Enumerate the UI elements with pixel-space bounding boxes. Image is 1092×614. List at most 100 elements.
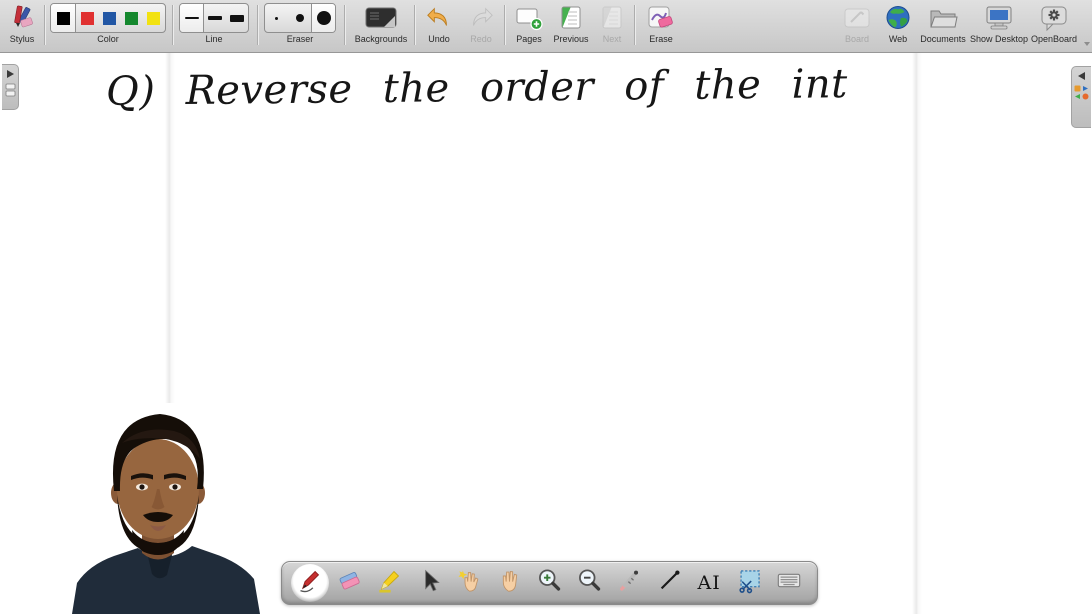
toolbar-separator (172, 5, 174, 45)
swatch-black (56, 11, 70, 25)
cursor-arrow-icon (417, 568, 443, 599)
undo-label: Undo (428, 34, 450, 44)
top-toolbar: Stylus Color Line Eraser Backgrounds Und… (0, 0, 1092, 53)
undo-icon (425, 3, 453, 33)
documents-folder-icon (928, 3, 958, 33)
thick-line-icon (229, 14, 244, 22)
documents-button[interactable]: Documents (916, 3, 970, 44)
keyboard-icon (775, 567, 803, 599)
line-width-thin[interactable] (180, 4, 204, 32)
color-swatch-black[interactable] (51, 4, 76, 32)
medium-line-icon (208, 16, 222, 20)
erase-button[interactable]: Erase (638, 3, 684, 44)
right-drawer-tab[interactable] (1071, 66, 1091, 128)
webcam-presenter-overlay (62, 403, 277, 614)
redo-label: Redo (470, 34, 492, 44)
laser-pointer-tool-button[interactable] (610, 564, 648, 602)
eraser-size-small[interactable] (265, 4, 288, 32)
zoom-in-tool-button[interactable] (530, 564, 568, 602)
pages-panel-icon (5, 83, 16, 102)
eraser-icon (336, 567, 363, 599)
redo-button[interactable]: Redo (459, 3, 503, 44)
eraser-label: Eraser (286, 34, 314, 44)
highlighter-icon (376, 567, 403, 599)
backgrounds-label: Backgrounds (354, 34, 408, 44)
toolbar-separator (44, 5, 46, 45)
previous-page-label: Previous (553, 34, 589, 44)
next-page-button[interactable]: Next (593, 3, 631, 44)
zoom-out-tool-button[interactable] (570, 564, 608, 602)
color-swatch-yellow[interactable] (142, 4, 164, 32)
show-desktop-monitor-icon (984, 3, 1014, 33)
erase-icon (646, 3, 676, 33)
pan-hand-tool-button[interactable] (491, 564, 529, 602)
openboard-label: OpenBoard (1030, 34, 1078, 44)
toolbar-separator (414, 5, 416, 45)
line-width-group: Line (179, 3, 249, 44)
color-swatch-red[interactable] (76, 4, 98, 32)
toolbar-separator (257, 5, 259, 45)
page-edge-right (912, 53, 922, 614)
show-desktop-button[interactable]: Show Desktop (966, 3, 1032, 44)
whiteboard-canvas[interactable]: Q) Reverse the order of the int AI (0, 53, 1092, 614)
pen-tool-button[interactable] (290, 564, 329, 602)
thin-line-icon (184, 17, 199, 19)
swatch-green (124, 11, 138, 25)
toolbar-separator (504, 5, 506, 45)
eraser-size-medium[interactable] (288, 4, 311, 32)
laser-pointer-icon (616, 567, 643, 599)
pen-icon (296, 567, 323, 599)
web-label: Web (888, 34, 908, 44)
zoom-out-icon (576, 567, 603, 599)
toolbar-separator (634, 5, 636, 45)
stylus-label: Stylus (9, 34, 35, 44)
board-mode-button[interactable]: Board (835, 3, 879, 44)
line-tool-button[interactable] (650, 564, 688, 602)
color-swatch-blue[interactable] (98, 4, 120, 32)
web-globe-icon (884, 3, 912, 33)
expand-left-icon (1078, 72, 1085, 80)
presenter-illustration (62, 403, 277, 614)
line-icon (656, 567, 683, 599)
eraser-tool-button[interactable] (331, 564, 369, 602)
color-swatch-green[interactable] (120, 4, 142, 32)
toolbar-overflow-arrow[interactable] (1084, 42, 1090, 46)
erase-label: Erase (649, 34, 673, 44)
pages-icon (514, 3, 544, 33)
play-interact-tool-button[interactable] (451, 564, 489, 602)
openboard-menu-button[interactable]: OpenBoard (1026, 3, 1082, 44)
library-panel-icon (1074, 85, 1089, 105)
stylus-button[interactable]: Stylus (2, 3, 42, 44)
swatch-yellow (146, 11, 160, 25)
undo-button[interactable]: Undo (417, 3, 461, 44)
line-width-medium[interactable] (204, 4, 226, 32)
large-eraser-icon (316, 11, 331, 25)
expand-right-icon (6, 70, 14, 78)
board-label: Board (844, 34, 870, 44)
color-picker-group: Color (50, 3, 166, 44)
stylus-icon (7, 3, 37, 33)
left-drawer-tab[interactable] (2, 64, 19, 110)
selector-tool-button[interactable] (411, 564, 449, 602)
toolbar-separator (344, 5, 346, 45)
board-icon (842, 3, 872, 33)
swatch-red (80, 11, 94, 25)
backgrounds-button[interactable]: Backgrounds (349, 3, 413, 44)
stylus-palette: AI (281, 561, 818, 605)
color-label: Color (97, 34, 119, 44)
hand-icon (496, 567, 523, 599)
previous-page-icon (558, 3, 584, 33)
openboard-gear-icon (1039, 3, 1069, 33)
capture-scissors-icon (736, 567, 763, 599)
pages-button[interactable]: Pages (508, 3, 550, 44)
highlighter-tool-button[interactable] (371, 564, 409, 602)
web-mode-button[interactable]: Web (877, 3, 919, 44)
line-width-thick[interactable] (226, 4, 247, 32)
virtual-keyboard-tool-button[interactable] (770, 564, 808, 602)
previous-page-button[interactable]: Previous (548, 3, 594, 44)
eraser-size-large[interactable] (311, 4, 335, 32)
capture-tool-button[interactable] (730, 564, 768, 602)
line-label: Line (205, 34, 223, 44)
text-tool-button[interactable]: AI (690, 564, 728, 602)
small-eraser-icon (275, 16, 278, 20)
